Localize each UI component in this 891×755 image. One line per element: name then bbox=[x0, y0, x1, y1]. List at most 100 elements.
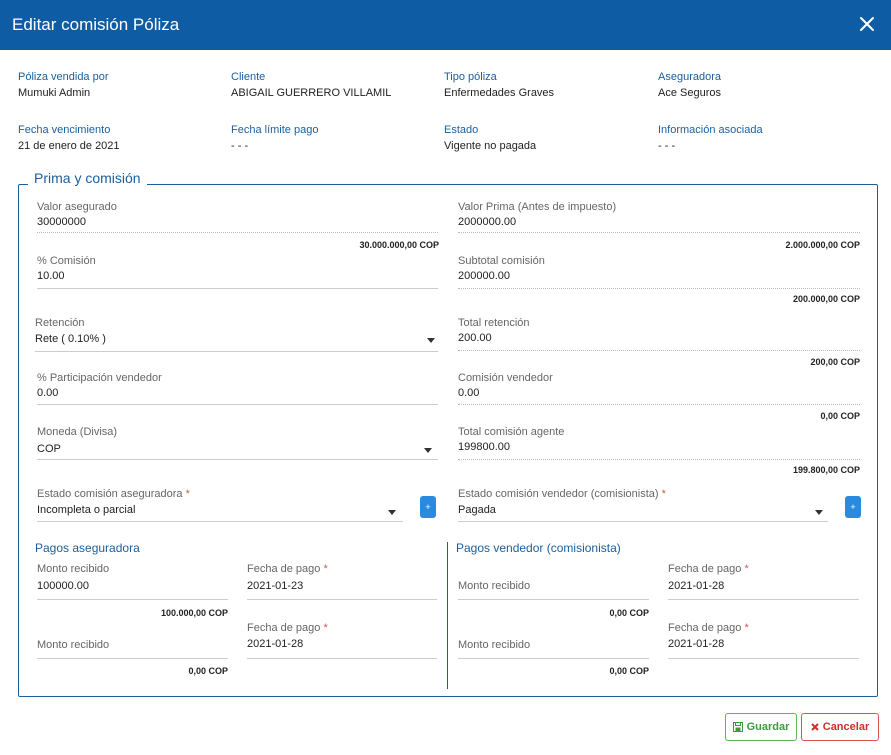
valor-asegurado-underline bbox=[37, 232, 438, 233]
participacion-underline bbox=[37, 404, 438, 405]
add-estado-aseguradora-button[interactable]: + bbox=[420, 496, 436, 518]
caret-down-icon[interactable] bbox=[388, 510, 396, 515]
required-marker: * bbox=[661, 488, 666, 500]
subtotal-comision-input[interactable]: 200000.00 bbox=[458, 270, 858, 286]
required-marker: * bbox=[744, 563, 749, 575]
monto-recibido-underline bbox=[37, 599, 228, 600]
total-comision-agente-underline bbox=[458, 459, 860, 460]
estado-aseguradora-underline bbox=[37, 521, 403, 522]
moneda-select[interactable]: COP bbox=[37, 443, 438, 459]
total-retencion-label: Total retención bbox=[458, 317, 530, 329]
monto-recibido-input[interactable]: 100000.00 bbox=[37, 580, 227, 596]
fecha-pago-input[interactable]: 2021-01-28 bbox=[668, 580, 858, 596]
cancel-button-label: Cancelar bbox=[822, 721, 870, 733]
info-label-vendida-por: Póliza vendida por bbox=[18, 71, 109, 83]
monto-recibido-input[interactable] bbox=[458, 582, 648, 598]
info-value-fecha-limite: - - - bbox=[231, 140, 249, 152]
comision-vendedor-underline bbox=[458, 404, 860, 405]
estado-aseguradora-select[interactable]: Incompleta o parcial bbox=[37, 504, 403, 520]
info-label-informacion-asociada: Información asociada bbox=[658, 124, 763, 136]
fecha-pago-label: Fecha de pago * bbox=[247, 563, 328, 575]
total-comision-agente-input[interactable]: 199800.00 bbox=[458, 441, 858, 457]
info-value-vendida-por: Mumuki Admin bbox=[18, 87, 91, 99]
fecha-pago-label-text: Fecha de pago bbox=[668, 563, 742, 575]
info-value-tipo-poliza: Enfermedades Graves bbox=[444, 87, 555, 99]
total-comision-agente-label: Total comisión agente bbox=[458, 426, 565, 438]
fecha-pago-label: Fecha de pago * bbox=[668, 563, 749, 575]
caret-down-icon[interactable] bbox=[424, 448, 432, 453]
required-marker: * bbox=[744, 622, 749, 634]
retencion-label: Retención bbox=[35, 317, 85, 329]
info-label-tipo-poliza: Tipo póliza bbox=[444, 71, 497, 83]
estado-aseguradora-label: Estado comisión aseguradora * bbox=[37, 488, 190, 500]
monto-recibido-input[interactable] bbox=[458, 641, 648, 657]
dialog-title: Editar comisión Póliza bbox=[12, 15, 180, 34]
monto-recibido-formatted: 0,00 COP bbox=[609, 666, 649, 676]
floppy-disk-icon bbox=[732, 722, 743, 732]
fecha-pago-label-text: Fecha de pago bbox=[668, 622, 742, 634]
info-label-estado: Estado bbox=[444, 124, 479, 136]
estado-aseguradora-label-text: Estado comisión aseguradora bbox=[37, 488, 183, 500]
pagos-divider bbox=[447, 542, 448, 689]
estado-vendedor-label-text: Estado comisión vendedor (comisionista) bbox=[458, 488, 659, 500]
info-label-fecha-vencimiento: Fecha vencimiento bbox=[18, 124, 111, 136]
fecha-pago-label: Fecha de pago * bbox=[668, 622, 749, 634]
total-retencion-input[interactable]: 200.00 bbox=[458, 332, 858, 348]
subtotal-comision-formatted: 200.000,00 COP bbox=[792, 294, 860, 304]
info-value-cliente: ABIGAIL GUERRERO VILLAMIL bbox=[231, 87, 392, 99]
valor-prima-label: Valor Prima (Antes de impuesto) bbox=[458, 201, 617, 213]
monto-recibido-formatted: 100.000,00 COP bbox=[160, 608, 228, 618]
comision-underline bbox=[37, 288, 438, 289]
info-value-fecha-vencimiento: 21 de enero de 2021 bbox=[18, 140, 120, 152]
estado-vendedor-underline bbox=[458, 521, 828, 522]
info-label-cliente: Cliente bbox=[231, 71, 266, 83]
total-retencion-underline bbox=[458, 350, 860, 351]
caret-down-icon[interactable] bbox=[427, 338, 435, 343]
cancel-button[interactable]: Cancelar bbox=[801, 713, 879, 741]
fecha-pago-label-text: Fecha de pago bbox=[247, 622, 321, 634]
monto-recibido-formatted: 0,00 COP bbox=[609, 608, 649, 618]
info-label-aseguradora: Aseguradora bbox=[658, 71, 721, 83]
caret-down-icon[interactable] bbox=[815, 510, 823, 515]
required-marker: * bbox=[323, 563, 328, 575]
subtotal-comision-label: Subtotal comisión bbox=[458, 255, 545, 267]
valor-prima-input[interactable]: 2000000.00 bbox=[458, 216, 858, 232]
info-label-fecha-limite: Fecha límite pago bbox=[231, 124, 319, 136]
save-button-label: Guardar bbox=[746, 721, 790, 733]
fecha-pago-underline bbox=[668, 658, 859, 659]
info-value-estado: Vigente no pagada bbox=[444, 140, 537, 152]
pagos-vendedor-title: Pagos vendedor (comisionista) bbox=[456, 541, 621, 555]
comision-input[interactable]: 10.00 bbox=[37, 270, 437, 286]
monto-recibido-underline bbox=[37, 658, 228, 659]
monto-recibido-underline bbox=[458, 599, 649, 600]
retencion-select[interactable]: Rete ( 0.10% ) bbox=[35, 333, 438, 349]
save-button[interactable]: Guardar bbox=[725, 713, 797, 741]
fecha-pago-input[interactable]: 2021-01-23 bbox=[247, 580, 436, 596]
info-value-aseguradora: Ace Seguros bbox=[658, 87, 721, 99]
fecha-pago-underline bbox=[668, 599, 859, 600]
valor-prima-underline bbox=[458, 232, 860, 233]
comision-vendedor-formatted: 0,00 COP bbox=[820, 411, 860, 421]
close-icon[interactable] bbox=[857, 14, 877, 34]
participacion-input[interactable]: 0.00 bbox=[37, 387, 437, 403]
fecha-pago-underline bbox=[247, 658, 437, 659]
comision-vendedor-input[interactable]: 0.00 bbox=[458, 387, 858, 403]
fecha-pago-input[interactable]: 2021-01-28 bbox=[247, 638, 436, 654]
subtotal-comision-underline bbox=[458, 288, 860, 289]
fecha-pago-underline bbox=[247, 599, 437, 600]
add-estado-vendedor-button[interactable]: + bbox=[845, 496, 861, 518]
total-retencion-formatted: 200,00 COP bbox=[810, 357, 860, 367]
fecha-pago-label: Fecha de pago * bbox=[247, 622, 328, 634]
dialog-header: Editar comisión Póliza bbox=[0, 0, 891, 50]
participacion-label: % Participación vendedor bbox=[37, 372, 162, 384]
pagos-aseguradora-title: Pagos aseguradora bbox=[35, 541, 140, 555]
estado-vendedor-select[interactable]: Pagada bbox=[458, 504, 828, 520]
moneda-underline bbox=[37, 459, 438, 460]
monto-recibido-input[interactable] bbox=[37, 641, 227, 657]
fecha-pago-input[interactable]: 2021-01-28 bbox=[668, 638, 858, 654]
monto-recibido-underline bbox=[458, 658, 649, 659]
x-icon bbox=[811, 723, 819, 731]
valor-asegurado-input[interactable]: 30000000 bbox=[37, 216, 437, 232]
info-value-informacion-asociada: - - - bbox=[658, 140, 676, 152]
required-marker: * bbox=[185, 488, 190, 500]
